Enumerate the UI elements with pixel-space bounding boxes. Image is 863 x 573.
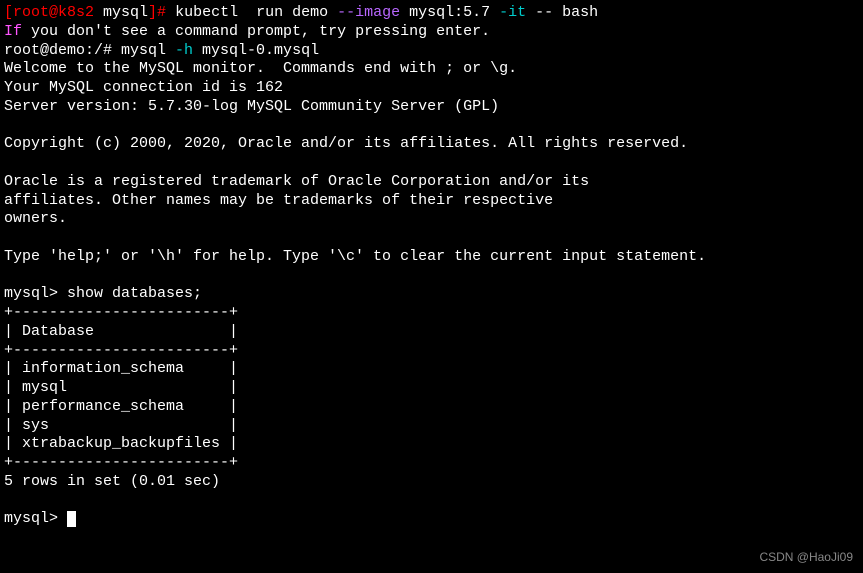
table-border: +------------------------+ — [4, 454, 238, 471]
user-host: root@k8s2 — [13, 4, 94, 21]
table-border: +------------------------+ — [4, 304, 238, 321]
table-row: | mysql | — [4, 379, 238, 396]
terminal-output[interactable]: [root@k8s2 mysql]# kubectl run demo --im… — [4, 4, 859, 529]
cmd-flag: -it — [499, 4, 526, 21]
output-text: you don't see a command prompt, try pres… — [22, 23, 490, 40]
table-row: | performance_schema | — [4, 398, 238, 415]
cmd-flag: --image — [337, 4, 400, 21]
cmd-flag: -h — [175, 42, 193, 59]
prompt-close: ]# — [148, 4, 175, 21]
table-row: | xtrabackup_backupfiles | — [4, 435, 238, 452]
table-header: | Database | — [4, 323, 238, 340]
table-border: +------------------------+ — [4, 342, 238, 359]
cmd-text: -- bash — [526, 4, 598, 21]
prompt-path: mysql — [94, 4, 148, 21]
mysql-trademark: affiliates. Other names may be trademark… — [4, 192, 553, 209]
mysql-welcome: Welcome to the MySQL monitor. Commands e… — [4, 60, 517, 77]
prompt-bracket: [ — [4, 4, 13, 21]
result-summary: 5 rows in set (0.01 sec) — [4, 473, 220, 490]
table-row: | information_schema | — [4, 360, 238, 377]
cmd-text: mysql-0.mysql — [193, 42, 319, 59]
mysql-trademark: owners. — [4, 210, 67, 227]
sql-query: show databases; — [67, 285, 202, 302]
mysql-server-version: Server version: 5.7.30-log MySQL Communi… — [4, 98, 499, 115]
table-row: | sys | — [4, 417, 238, 434]
mysql-help-hint: Type 'help;' or '\h' for help. Type '\c'… — [4, 248, 706, 265]
mysql-prompt: mysql> — [4, 510, 67, 527]
if-keyword: If — [4, 23, 22, 40]
cmd-text: kubectl run demo — [175, 4, 337, 21]
mysql-connection-id: Your MySQL connection id is 162 — [4, 79, 283, 96]
cursor-icon — [67, 511, 76, 527]
inner-prompt: root@demo:/# mysql — [4, 42, 175, 59]
mysql-prompt: mysql> — [4, 285, 67, 302]
cmd-text: mysql:5.7 — [400, 4, 499, 21]
watermark-text: CSDN @HaoJi09 — [759, 550, 853, 565]
mysql-copyright: Copyright (c) 2000, 2020, Oracle and/or … — [4, 135, 688, 152]
mysql-trademark: Oracle is a registered trademark of Orac… — [4, 173, 589, 190]
